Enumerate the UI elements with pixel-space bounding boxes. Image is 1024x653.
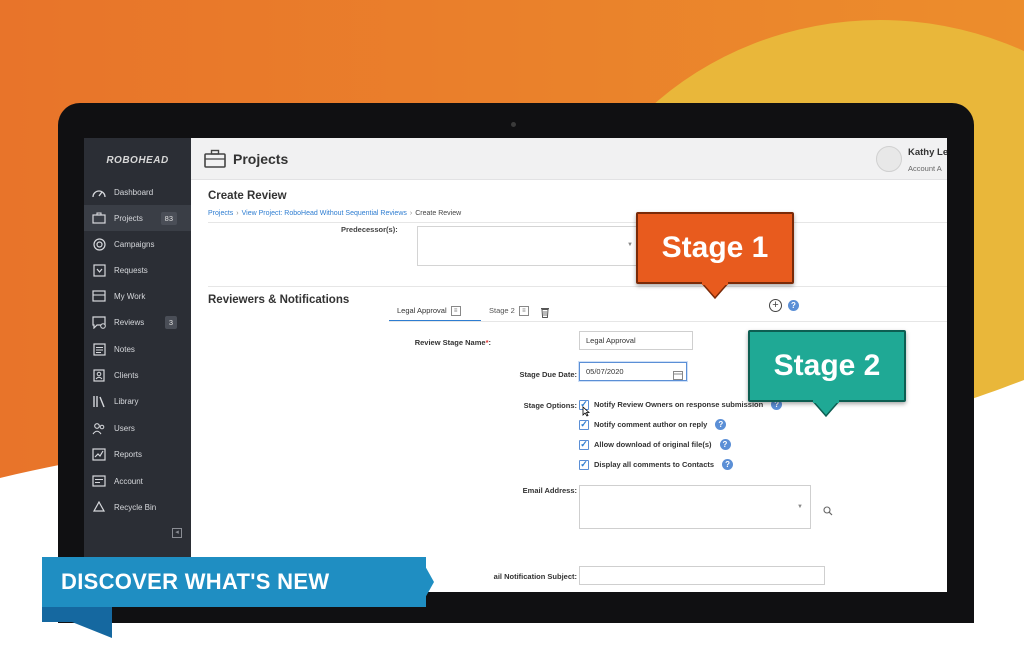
chart-line-icon — [90, 447, 108, 461]
tab-divider — [389, 321, 947, 322]
due-date-label: Stage Due Date: — [519, 370, 577, 379]
sidebar-item-label: Recycle Bin — [114, 502, 157, 512]
breadcrumb-current: Create Review — [415, 210, 462, 217]
help-icon[interactable]: ? — [722, 459, 734, 470]
mouse-cursor-icon — [582, 404, 591, 422]
sidebar-item-label: Notes — [114, 344, 135, 354]
predecessor-select[interactable] — [417, 226, 641, 266]
callout-pointer — [811, 400, 841, 418]
count-badge: 3 — [164, 315, 177, 329]
predecessor-label: Predecessor(s): — [341, 225, 398, 234]
breadcrumb: Projects › View Project: RoboHead Without … — [208, 210, 461, 217]
sidebar-item-recycle-bin[interactable]: Recycle Bin — [84, 494, 191, 520]
email-address-select[interactable] — [579, 485, 811, 529]
chevron-right-icon: › — [409, 210, 413, 217]
sidebar-item-label: My Work — [114, 291, 146, 301]
callout-pointer — [700, 282, 730, 300]
users-icon — [90, 421, 108, 435]
sidebar-item-label: Reports — [114, 449, 143, 459]
briefcase-icon — [90, 211, 108, 225]
stage-options-label: Stage Options: — [523, 401, 577, 410]
breadcrumb-projects[interactable]: Projects — [208, 210, 233, 217]
stage-1-callout: Stage 1 — [636, 212, 794, 284]
briefcase-icon — [204, 149, 226, 173]
chat-check-icon — [90, 315, 108, 329]
help-icon[interactable]: ? — [788, 300, 799, 311]
target-icon — [90, 237, 108, 251]
sidebar-item-account[interactable]: Account — [84, 468, 191, 494]
top-bar: Projects Kathy Le Account A — [191, 138, 947, 180]
tab-edit-icon[interactable]: ≡ — [518, 306, 529, 317]
help-icon[interactable]: ? — [715, 419, 727, 430]
sidebar-item-label: Campaigns — [114, 239, 155, 249]
sidebar-item-dashboard[interactable]: Dashboard — [84, 179, 191, 205]
caret-down-icon: ▼ — [627, 242, 633, 248]
avatar[interactable] — [876, 146, 902, 172]
sidebar-item-notes[interactable]: Notes — [84, 336, 191, 362]
sidebar-item-my-work[interactable]: My Work — [84, 283, 191, 309]
inbox-icon — [90, 263, 108, 277]
tab-label: Legal Approval — [397, 306, 447, 315]
account-card-icon — [90, 474, 108, 488]
sidebar-item-projects[interactable]: Projects 83 — [84, 205, 191, 231]
email-address-label: Email Address: — [522, 486, 577, 495]
checkbox-checked[interactable]: ✓ — [579, 439, 589, 450]
sidebar-item-label: Requests — [114, 265, 148, 275]
tray-icon — [90, 289, 108, 303]
recycle-icon — [90, 500, 108, 514]
stage-2-callout: Stage 2 — [748, 330, 906, 402]
divider — [208, 286, 947, 287]
user-name[interactable]: Kathy Le — [908, 147, 947, 158]
sidebar-item-campaigns[interactable]: Campaigns — [84, 231, 191, 257]
page-title: Projects — [233, 151, 289, 167]
tab-label: Stage 2 — [489, 306, 515, 315]
option-notify-comment-author[interactable]: ✓ Notify comment author on reply? — [579, 419, 727, 430]
sidebar-item-requests[interactable]: Requests — [84, 257, 191, 283]
collapse-sidebar-button[interactable]: ◂ — [172, 528, 182, 538]
sidebar-item-label: Account — [114, 476, 143, 486]
discover-whats-new-banner[interactable]: DISCOVER WHAT'S NEW — [42, 557, 426, 607]
speedometer-icon — [90, 185, 108, 199]
sidebar-item-label: Projects — [114, 213, 143, 223]
stage-name-input[interactable]: Legal Approval — [579, 331, 693, 350]
chevron-right-icon: › — [236, 210, 239, 217]
option-display-comments[interactable]: ✓ Display all comments to Contacts? — [579, 459, 734, 470]
checkbox-checked[interactable]: ✓ — [579, 459, 589, 470]
count-badge: 83 — [160, 211, 177, 225]
notification-subject-input[interactable] — [579, 566, 825, 585]
sidebar-item-label: Users — [114, 423, 135, 433]
search-icon[interactable] — [823, 503, 833, 521]
sidebar-item-label: Dashboard — [114, 187, 154, 197]
sidebar-item-label: Reviews — [114, 317, 145, 327]
tab-legal-approval[interactable]: Legal Approval ≡ — [389, 304, 481, 322]
sidebar-item-users[interactable]: Users — [84, 415, 191, 441]
calendar-icon[interactable] — [673, 367, 683, 385]
breadcrumb-view-project[interactable]: View Project: RoboHead Without Sequentia… — [242, 210, 407, 217]
sidebar: ROBOHEAD Dashboard Projects 83 Campaigns… — [84, 138, 191, 592]
reviewers-notifications-heading: Reviewers & Notifications — [208, 294, 350, 306]
books-icon — [90, 394, 108, 408]
webcam — [511, 122, 516, 127]
add-stage-button[interactable]: + — [769, 299, 782, 312]
divider — [208, 222, 947, 223]
help-icon[interactable]: ? — [719, 439, 731, 450]
option-allow-download[interactable]: ✓ Allow download of original file(s)? — [579, 439, 731, 450]
sidebar-item-label: Library — [114, 396, 139, 406]
stage-name-label: Review Stage Name*: — [414, 338, 491, 347]
caret-down-icon: ▼ — [797, 504, 803, 510]
notes-icon — [90, 342, 108, 356]
sidebar-item-reports[interactable]: Reports — [84, 441, 191, 467]
due-date-input[interactable]: 05/07/2020 — [579, 362, 687, 381]
sidebar-item-clients[interactable]: Clients — [84, 362, 191, 388]
sidebar-item-label: Clients — [114, 370, 139, 380]
contact-card-icon — [90, 368, 108, 382]
sidebar-item-reviews[interactable]: Reviews 3 — [84, 309, 191, 335]
robohead-logo[interactable]: ROBOHEAD — [84, 138, 191, 182]
tab-edit-icon[interactable]: ≡ — [450, 306, 461, 317]
user-role: Account A — [908, 164, 942, 173]
create-review-heading: Create Review — [208, 190, 287, 202]
sidebar-item-library[interactable]: Library — [84, 388, 191, 414]
